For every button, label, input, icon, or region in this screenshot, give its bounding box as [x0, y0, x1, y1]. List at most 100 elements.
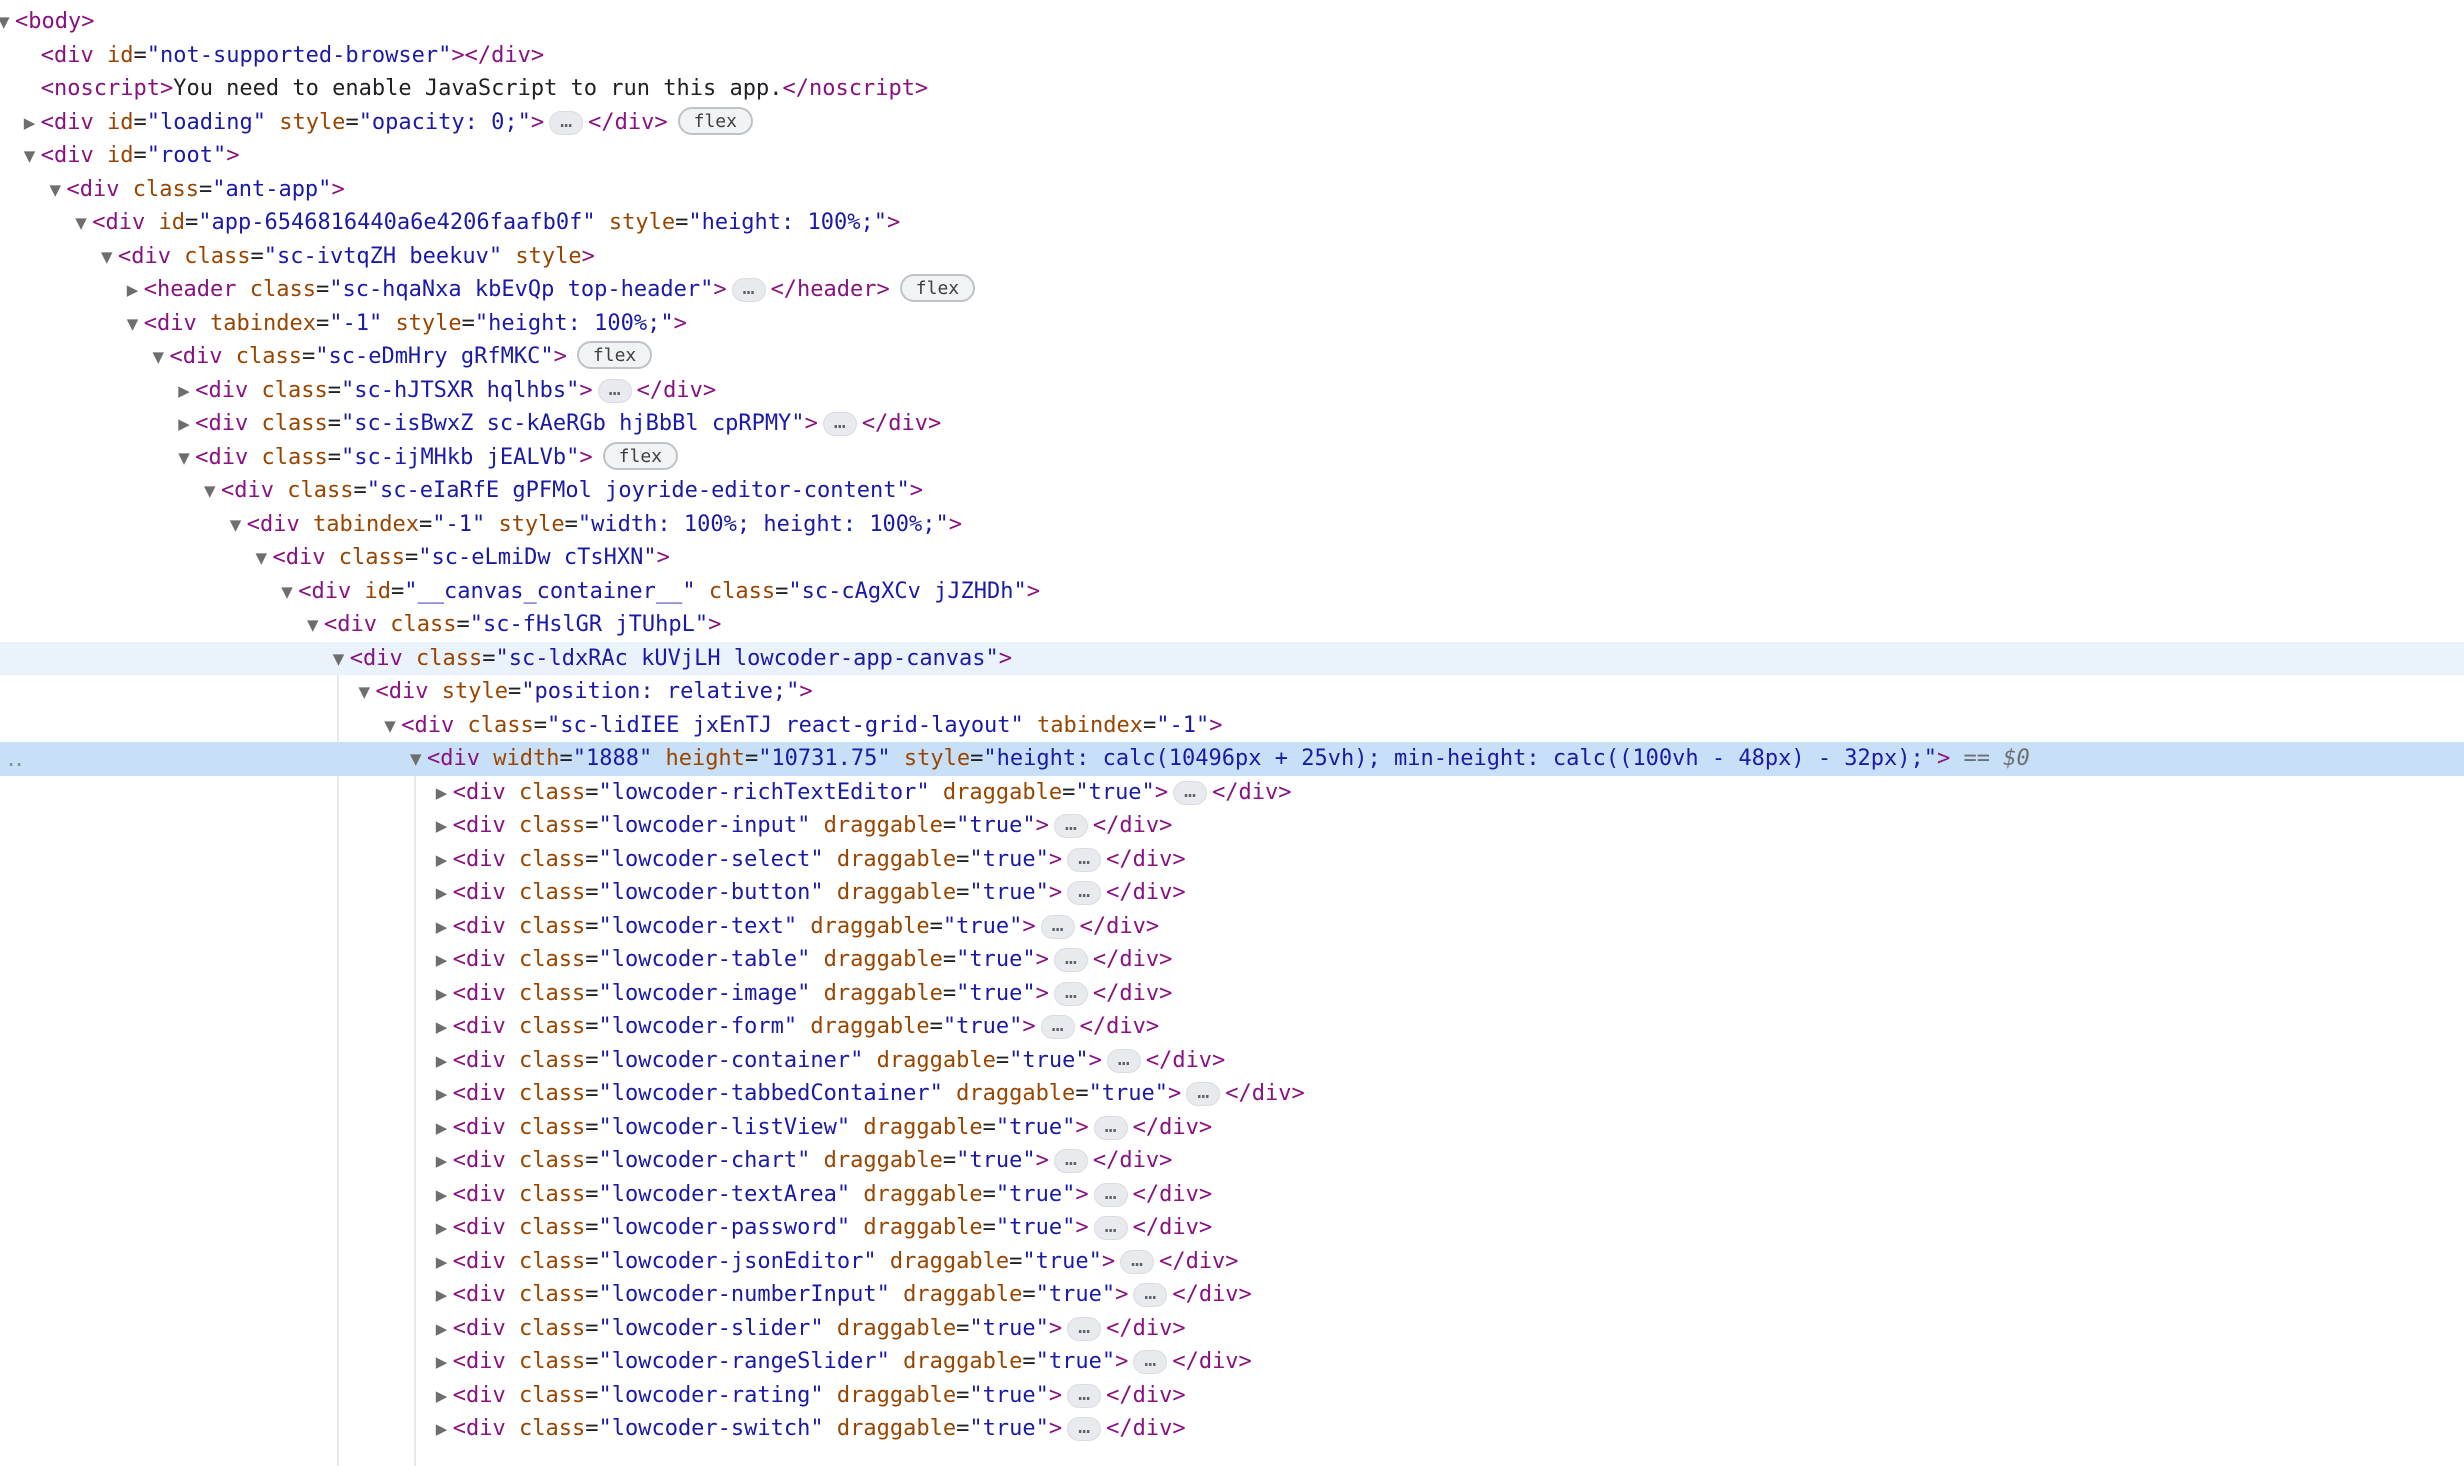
dom-tree-row[interactable]: ▼<div id="__canvas_container__" class="s…: [0, 575, 2464, 609]
dom-tree-row[interactable]: ▼<div class="sc-eDmHry gRfMKC">flex: [0, 340, 2464, 374]
dom-tree-row[interactable]: ▼<div tabindex="-1" style="height: 100%;…: [0, 307, 2464, 341]
expand-arrow-icon[interactable]: ▶: [178, 375, 195, 409]
dom-tree-row[interactable]: ▼<div tabindex="-1" style="width: 100%; …: [0, 508, 2464, 542]
inline-expand-button[interactable]: …: [1041, 915, 1075, 939]
inline-expand-button[interactable]: …: [1186, 1082, 1220, 1106]
dom-tree-row[interactable]: ▶<div class="lowcoder-image" draggable="…: [0, 977, 2464, 1011]
expand-arrow-icon[interactable]: ▶: [436, 1380, 453, 1414]
dom-tree-row[interactable]: ▶<header class="sc-hqaNxa kbEvQp top-hea…: [0, 273, 2464, 307]
collapse-arrow-icon[interactable]: ▼: [359, 676, 376, 710]
collapse-arrow-icon[interactable]: ▼: [127, 308, 144, 342]
row-overflow-dots-icon[interactable]: ‥: [7, 742, 24, 776]
expand-arrow-icon[interactable]: ▶: [436, 944, 453, 978]
inline-expand-button[interactable]: …: [1067, 1384, 1101, 1408]
dom-tree-row[interactable]: ▼<div style="position: relative;">: [0, 675, 2464, 709]
inline-expand-button[interactable]: …: [1173, 781, 1207, 805]
expand-arrow-icon[interactable]: ▶: [436, 777, 453, 811]
expand-arrow-icon[interactable]: ▶: [436, 1346, 453, 1380]
dom-tree-row[interactable]: ▶<div class="lowcoder-rating" draggable=…: [0, 1379, 2464, 1413]
expand-arrow-icon[interactable]: ▶: [436, 810, 453, 844]
expand-arrow-icon[interactable]: ▶: [436, 1011, 453, 1045]
expand-arrow-icon[interactable]: ▶: [436, 1145, 453, 1179]
inline-expand-button[interactable]: …: [1067, 1317, 1101, 1341]
collapse-arrow-icon[interactable]: ▼: [50, 174, 67, 208]
dom-tree-row[interactable]: ▶<div class="lowcoder-table" draggable="…: [0, 943, 2464, 977]
dom-tree-row[interactable]: ▶<div class="lowcoder-form" draggable="t…: [0, 1010, 2464, 1044]
expand-arrow-icon[interactable]: ▶: [436, 911, 453, 945]
inline-expand-button[interactable]: …: [1107, 1049, 1141, 1073]
inline-expand-button[interactable]: …: [732, 278, 766, 302]
dom-tree-row[interactable]: ▶<div class="lowcoder-text" draggable="t…: [0, 910, 2464, 944]
dom-tree-row[interactable]: ▶<div class="lowcoder-input" draggable="…: [0, 809, 2464, 843]
collapse-arrow-icon[interactable]: ▼: [384, 710, 401, 744]
collapse-arrow-icon[interactable]: ▼: [153, 341, 170, 375]
dom-tree-row[interactable]: ▼<div id="root">: [0, 139, 2464, 173]
dom-tree-row[interactable]: ▶<div class="lowcoder-select" draggable=…: [0, 843, 2464, 877]
expand-arrow-icon[interactable]: ▶: [127, 274, 144, 308]
inline-expand-button[interactable]: …: [1094, 1183, 1128, 1207]
expand-arrow-icon[interactable]: ▶: [436, 1279, 453, 1313]
dom-tree-row[interactable]: ▶<div class="lowcoder-switch" draggable=…: [0, 1412, 2464, 1446]
inline-expand-button[interactable]: …: [1054, 814, 1088, 838]
dom-tree-row[interactable]: ▶<div class="sc-isBwxZ sc-kAeRGb hjBbBl …: [0, 407, 2464, 441]
dom-tree-row[interactable]: ▼<div class="ant-app">: [0, 173, 2464, 207]
flex-badge[interactable]: flex: [678, 107, 753, 135]
expand-arrow-icon[interactable]: ▶: [436, 978, 453, 1012]
collapse-arrow-icon[interactable]: ▼: [333, 643, 350, 677]
dom-tree-row[interactable]: ▼<div class="sc-eIaRfE gPFMol joyride-ed…: [0, 474, 2464, 508]
inline-expand-button[interactable]: …: [1054, 948, 1088, 972]
dom-tree-row[interactable]: ▶<div class="lowcoder-textArea" draggabl…: [0, 1178, 2464, 1212]
dom-tree-row[interactable]: <noscript>You need to enable JavaScript …: [0, 72, 2464, 106]
inline-expand-button[interactable]: …: [1041, 1015, 1075, 1039]
expand-arrow-icon[interactable]: ▶: [436, 1078, 453, 1112]
inline-expand-button[interactable]: …: [823, 412, 857, 436]
dom-tree-row[interactable]: ▶<div class="lowcoder-chart" draggable="…: [0, 1144, 2464, 1178]
flex-badge[interactable]: flex: [577, 341, 652, 369]
collapse-arrow-icon[interactable]: ▼: [307, 609, 324, 643]
expand-arrow-icon[interactable]: ▶: [436, 844, 453, 878]
flex-badge[interactable]: flex: [603, 442, 678, 470]
expand-arrow-icon[interactable]: ▶: [436, 1313, 453, 1347]
expand-arrow-icon[interactable]: ▶: [24, 107, 41, 141]
dom-tree-row[interactable]: ▼<body>: [0, 5, 2464, 39]
dom-tree-row[interactable]: <div id="not-supported-browser"></div>: [0, 39, 2464, 73]
dom-tree-row[interactable]: ▶<div class="lowcoder-slider" draggable=…: [0, 1312, 2464, 1346]
inline-expand-button[interactable]: …: [1094, 1116, 1128, 1140]
expand-arrow-icon[interactable]: ▶: [178, 408, 195, 442]
collapse-arrow-icon[interactable]: ▼: [281, 576, 298, 610]
dom-tree-row[interactable]: ▼<div class="sc-lidIEE jxEnTJ react-grid…: [0, 709, 2464, 743]
dom-tree-row[interactable]: ▶<div id="loading" style="opacity: 0;">……: [0, 106, 2464, 140]
expand-arrow-icon[interactable]: ▶: [436, 1112, 453, 1146]
collapse-arrow-icon[interactable]: ▼: [24, 140, 41, 174]
collapse-arrow-icon[interactable]: ▼: [101, 241, 118, 275]
dom-tree-row[interactable]: ▼<div id="app-6546816440a6e4206faafb0f" …: [0, 206, 2464, 240]
dom-tree-row[interactable]: ▶<div class="sc-hJTSXR hqlhbs">…</div>: [0, 374, 2464, 408]
dom-tree-row[interactable]: ▼<div class="sc-ivtqZH beekuv" style>: [0, 240, 2464, 274]
collapse-arrow-icon[interactable]: ▼: [178, 442, 195, 476]
dom-tree-row[interactable]: ▼<div class="sc-eLmiDw cTsHXN">: [0, 541, 2464, 575]
expand-arrow-icon[interactable]: ▶: [436, 1413, 453, 1447]
collapse-arrow-icon[interactable]: ▼: [256, 542, 273, 576]
collapse-arrow-icon[interactable]: ▼: [75, 207, 92, 241]
expand-arrow-icon[interactable]: ▶: [436, 1179, 453, 1213]
inline-expand-button[interactable]: …: [1067, 881, 1101, 905]
inline-expand-button[interactable]: …: [598, 379, 632, 403]
expand-arrow-icon[interactable]: ▶: [436, 1246, 453, 1280]
dom-tree-row[interactable]: ▶<div class="lowcoder-button" draggable=…: [0, 876, 2464, 910]
dom-tree-row[interactable]: ▶<div class="lowcoder-richTextEditor" dr…: [0, 776, 2464, 810]
inline-expand-button[interactable]: …: [1133, 1283, 1167, 1307]
inline-expand-button[interactable]: …: [1120, 1250, 1154, 1274]
collapse-arrow-icon[interactable]: ▼: [410, 743, 427, 777]
dom-tree-row[interactable]: ▼<div class="sc-ijMHkb jEALVb">flex: [0, 441, 2464, 475]
inline-expand-button[interactable]: …: [1094, 1216, 1128, 1240]
inline-expand-button[interactable]: …: [1054, 982, 1088, 1006]
expand-arrow-icon[interactable]: ▶: [436, 1045, 453, 1079]
dom-tree-row[interactable]: ▶<div class="lowcoder-tabbedContainer" d…: [0, 1077, 2464, 1111]
collapse-arrow-icon[interactable]: ▼: [230, 509, 247, 543]
dom-tree-row-selected[interactable]: ‥▼<div width="1888" height="10731.75" st…: [0, 742, 2464, 776]
expand-arrow-icon[interactable]: ▶: [436, 877, 453, 911]
dom-tree-row[interactable]: ▶<div class="lowcoder-rangeSlider" dragg…: [0, 1345, 2464, 1379]
dom-tree-row[interactable]: ▶<div class="lowcoder-jsonEditor" dragga…: [0, 1245, 2464, 1279]
dom-tree-row[interactable]: ▶<div class="lowcoder-numberInput" dragg…: [0, 1278, 2464, 1312]
collapse-arrow-icon[interactable]: ▼: [0, 6, 15, 40]
